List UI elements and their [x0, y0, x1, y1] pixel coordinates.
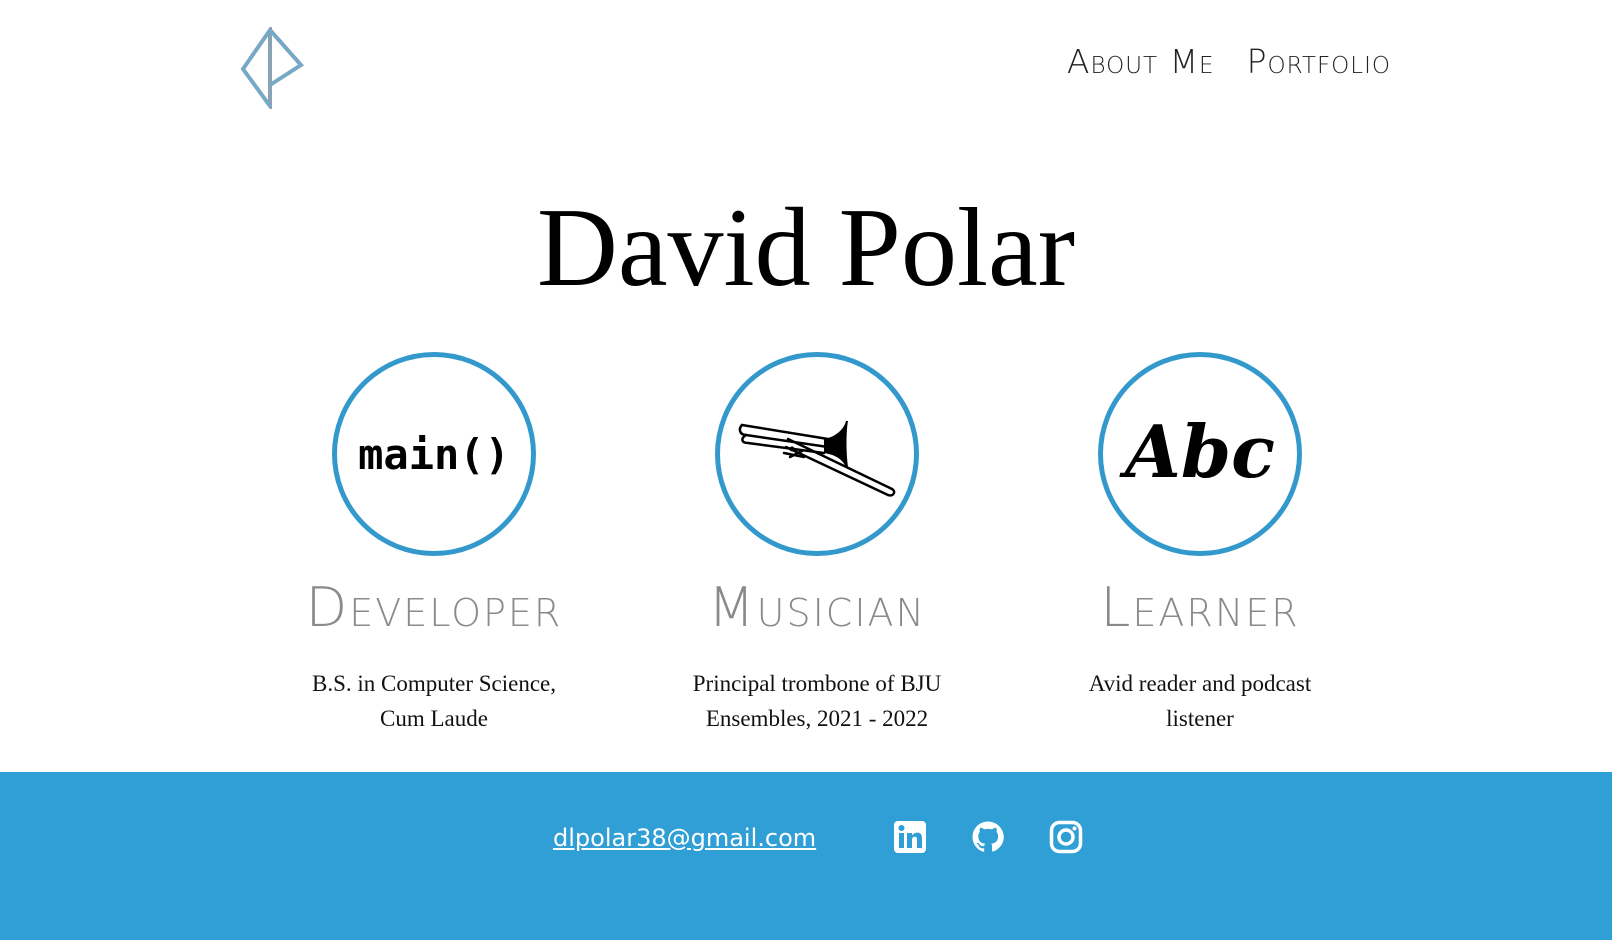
nav-about-me[interactable]: About Me	[1067, 40, 1215, 84]
dp-diamond-logo[interactable]	[240, 27, 304, 109]
role-title: Developer	[305, 576, 563, 639]
trombone-icon	[738, 421, 896, 497]
role-title: Learner	[1100, 576, 1300, 639]
role-icon-circle: Abc	[1098, 352, 1302, 556]
site-footer: dlpolar38@gmail.com	[0, 772, 1612, 940]
role-title: Musician	[708, 576, 926, 639]
abc-calligraphy-icon: Abc	[1124, 408, 1276, 494]
main-nav: About Me Portfolio	[1067, 40, 1391, 84]
roles-section: main() Developer B.S. in Computer Scienc…	[0, 352, 1612, 752]
role-icon-circle	[715, 352, 919, 556]
role-description: Avid reader and podcast listener	[1088, 671, 1312, 731]
site-header: About Me Portfolio	[0, 0, 1612, 130]
code-main-icon: main()	[358, 429, 510, 479]
linkedin-icon[interactable]	[893, 820, 927, 854]
instagram-icon[interactable]	[1049, 820, 1083, 854]
role-developer: main() Developer B.S. in Computer Scienc…	[254, 352, 614, 736]
role-learner: Abc Learner Avid reader and podcast list…	[1020, 352, 1380, 736]
role-description: Principal trombone of BJU Ensembles, 202…	[692, 671, 942, 731]
hero-name: David Polar	[536, 186, 1076, 310]
email-link[interactable]: dlpolar38@gmail.com	[553, 824, 816, 852]
nav-portfolio[interactable]: Portfolio	[1247, 40, 1391, 84]
role-icon-circle: main()	[332, 352, 536, 556]
role-musician: Musician Principal trombone of BJU Ensem…	[637, 352, 997, 736]
page: About Me Portfolio David Polar main() De…	[0, 0, 1612, 940]
role-description: B.S. in Computer Science, Cum Laude	[311, 671, 557, 731]
github-icon[interactable]	[971, 820, 1005, 854]
